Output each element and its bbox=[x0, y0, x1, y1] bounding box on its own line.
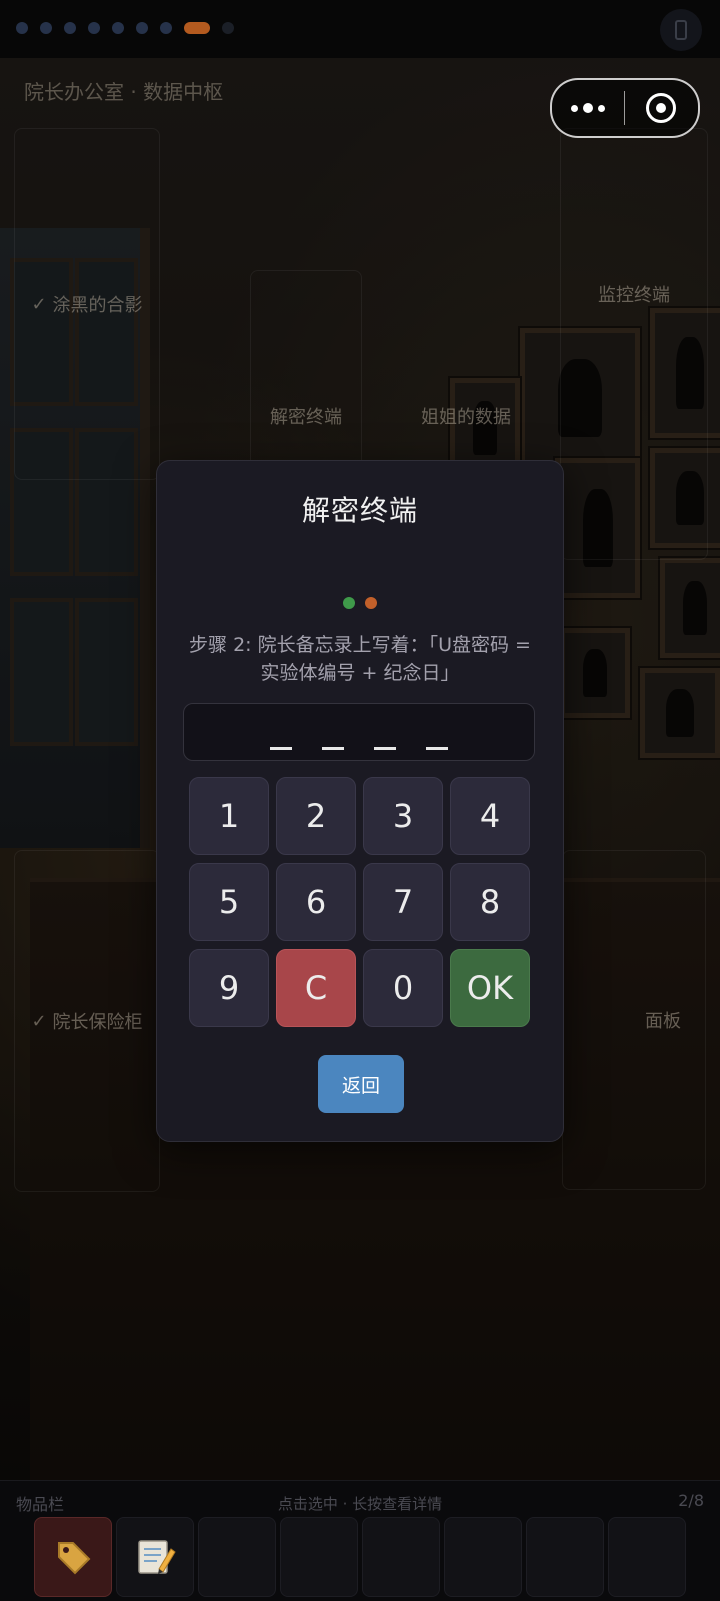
step-dot-current bbox=[365, 597, 377, 609]
top-bar bbox=[0, 0, 720, 58]
step-hint: 步骤 2: 院长备忘录上写着：「U盘密码 = 实验体编号 + 纪念日」 bbox=[189, 634, 531, 684]
inventory-slot-memo[interactable] bbox=[116, 1517, 194, 1597]
inventory-slot-empty[interactable] bbox=[280, 1517, 358, 1597]
progress-dot bbox=[136, 22, 148, 34]
inventory-slot-empty[interactable] bbox=[444, 1517, 522, 1597]
key-5[interactable]: 5 bbox=[189, 863, 269, 941]
progress-dot bbox=[88, 22, 100, 34]
inventory-hint: 点击选中 · 长按查看详情 bbox=[277, 1495, 443, 1513]
hotspot-label: 面板 bbox=[645, 1011, 681, 1032]
more-icon bbox=[571, 104, 578, 112]
inventory-bar: 物品栏 点击选中 · 长按查看详情 2/8 bbox=[0, 1480, 720, 1601]
tag-icon bbox=[58, 1542, 91, 1575]
progress-dot bbox=[112, 22, 124, 34]
hotspot-label: 监控终端 bbox=[598, 285, 670, 306]
inventory-slot-empty[interactable] bbox=[526, 1517, 604, 1597]
code-slot bbox=[426, 747, 448, 750]
hotspot-label: 涂黑的合影 bbox=[52, 295, 143, 316]
code-display bbox=[183, 703, 535, 761]
key-4[interactable]: 4 bbox=[450, 777, 530, 855]
code-slot bbox=[322, 747, 344, 750]
key-3[interactable]: 3 bbox=[363, 777, 443, 855]
hotspot-monitor-terminal[interactable]: 监控终端 bbox=[560, 128, 708, 560]
key-0[interactable]: 0 bbox=[363, 949, 443, 1027]
step-indicator bbox=[343, 597, 377, 609]
progress-dot bbox=[40, 22, 52, 34]
hotspot-safe[interactable]: ✓ 院长保险柜 bbox=[14, 850, 160, 1192]
scene-title: 院长办公室 · 数据中枢 bbox=[24, 80, 224, 104]
hotspot-label: 院长保险柜 bbox=[52, 1012, 143, 1033]
ok-button[interactable]: OK bbox=[450, 949, 530, 1027]
clear-button[interactable]: C bbox=[276, 949, 356, 1027]
dialog-title: 解密终端 bbox=[301, 494, 418, 527]
hotspot-panel[interactable]: 面板 bbox=[562, 850, 706, 1190]
progress-dot bbox=[64, 22, 76, 34]
inventory-slot-empty[interactable] bbox=[362, 1517, 440, 1597]
check-icon: ✓ bbox=[31, 1010, 47, 1032]
hotspot-photo[interactable]: ✓ 涂黑的合影 bbox=[14, 128, 160, 480]
progress-dot bbox=[222, 22, 234, 34]
close-miniprogram-button[interactable] bbox=[625, 93, 697, 123]
menu-circle-button[interactable] bbox=[660, 9, 702, 51]
inventory-slot-empty[interactable] bbox=[198, 1517, 276, 1597]
hotspot-label: 姐姐的数据 bbox=[421, 407, 511, 428]
progress-dot-current bbox=[184, 22, 210, 34]
more-options-button[interactable] bbox=[552, 103, 624, 113]
memo-icon bbox=[138, 1540, 176, 1574]
progress-dot bbox=[160, 22, 172, 34]
progress-dot bbox=[16, 22, 28, 34]
key-6[interactable]: 6 bbox=[276, 863, 356, 941]
key-2[interactable]: 2 bbox=[276, 777, 356, 855]
key-8[interactable]: 8 bbox=[450, 863, 530, 941]
inventory-slot-tag[interactable] bbox=[34, 1517, 112, 1597]
miniprogram-capsule bbox=[550, 78, 700, 138]
inventory-slots bbox=[34, 1517, 686, 1597]
key-1[interactable]: 1 bbox=[189, 777, 269, 855]
code-slot bbox=[270, 747, 292, 750]
progress-dots bbox=[16, 22, 234, 34]
inventory-count: 2/8 bbox=[678, 1491, 704, 1510]
step-dot-complete bbox=[343, 597, 355, 609]
inventory-slot-empty[interactable] bbox=[608, 1517, 686, 1597]
keypad: 1 2 3 4 5 6 7 8 9 C 0 OK bbox=[189, 777, 531, 1027]
phone-icon bbox=[675, 20, 687, 40]
key-9[interactable]: 9 bbox=[189, 949, 269, 1027]
back-button[interactable]: 返回 bbox=[318, 1055, 404, 1113]
code-slot bbox=[374, 747, 396, 750]
hotspot-label: 解密终端 bbox=[270, 407, 342, 428]
key-7[interactable]: 7 bbox=[363, 863, 443, 941]
decrypt-terminal-dialog: 解密终端 步骤 2: 院长备忘录上写着：「U盘密码 = 实验体编号 + 纪念日」… bbox=[156, 460, 564, 1142]
target-icon bbox=[646, 93, 676, 123]
check-icon: ✓ bbox=[31, 293, 47, 315]
